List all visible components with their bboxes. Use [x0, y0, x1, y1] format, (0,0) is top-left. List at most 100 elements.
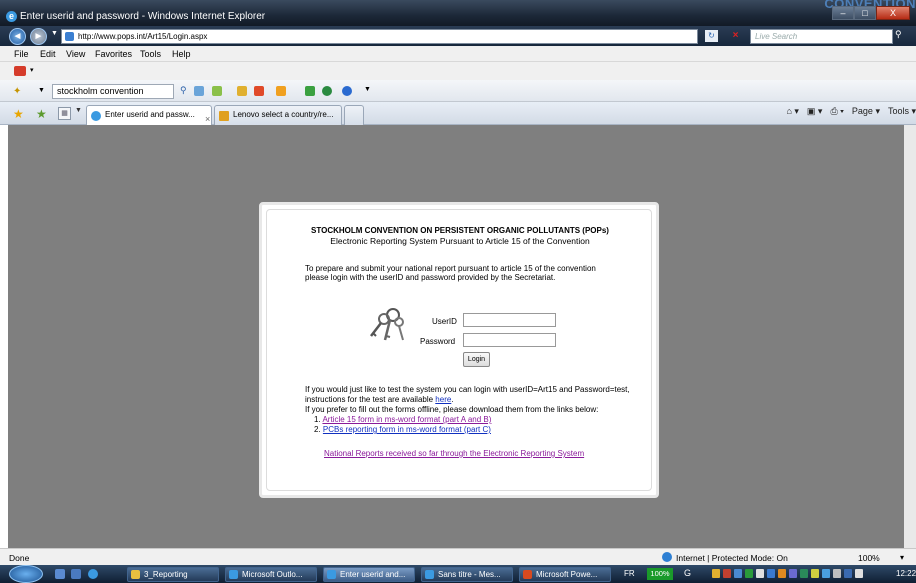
vertical-scrollbar[interactable]	[904, 125, 916, 548]
toolbar-help-icon[interactable]	[342, 86, 352, 96]
taskbar-item-reporting[interactable]: 3_Reporting	[127, 567, 219, 582]
tab-lenovo[interactable]: Lenovo select a country/re...	[214, 105, 342, 125]
page-menu-button[interactable]: Page ▾	[852, 106, 880, 117]
taskbar-item-label: Enter userid and...	[340, 570, 406, 579]
login-button[interactable]: Login	[463, 352, 490, 367]
menu-help[interactable]: Help	[172, 49, 191, 59]
ie-page-icon	[91, 111, 101, 121]
live-search-input[interactable]: Live Search	[750, 29, 893, 44]
clock[interactable]: 12:22	[896, 569, 916, 578]
quicklaunch-ie-icon[interactable]	[88, 569, 98, 579]
addon-icon[interactable]	[14, 66, 26, 76]
add-favorite-icon[interactable]: ★	[36, 107, 47, 121]
list-item: 2. PCBs reporting form in ms-word format…	[314, 425, 491, 434]
tray-icon[interactable]	[712, 569, 720, 578]
tray-icon[interactable]	[789, 569, 797, 578]
lenovo-page-icon	[219, 111, 229, 121]
menu-favorites[interactable]: Favorites	[95, 49, 132, 59]
toolbar-search-input[interactable]: stockholm convention	[52, 84, 174, 99]
menu-bar: File Edit View Favorites Tools Help	[0, 46, 916, 62]
refresh-icon[interactable]: ↻	[705, 30, 718, 42]
outlook-icon	[229, 570, 238, 579]
toolbar-button-icon[interactable]	[194, 86, 204, 96]
recent-pages-dropdown-icon[interactable]: ▼	[51, 30, 58, 37]
feeds-button[interactable]: ▣ ▾	[807, 106, 823, 117]
intro-text: please login with the userID and passwor…	[305, 273, 556, 282]
toolbar-search-icon[interactable]: ⚲	[180, 85, 187, 96]
messenger-icon	[425, 570, 434, 579]
command-bar: ⌂ ▾ ▣ ▾ ⎙ ▾ Page ▾ Tools ▾	[786, 106, 916, 117]
toolbar-logo-icon: ✦	[13, 86, 22, 97]
security-zone-text[interactable]: Internet | Protected Mode: On	[676, 553, 788, 563]
zoom-level[interactable]: 100%	[858, 553, 880, 563]
toolbar-more-icon[interactable]: ▼	[364, 86, 371, 93]
tray-icon[interactable]	[767, 569, 775, 578]
taskbar-item-ie[interactable]: Enter userid and...	[323, 567, 415, 582]
toolbar-dropdown-icon[interactable]: ▼	[38, 87, 45, 94]
tray-icon[interactable]	[723, 569, 731, 578]
language-indicator[interactable]: FR	[624, 569, 635, 578]
intro-text: To prepare and submit your national repo…	[305, 264, 596, 273]
menu-tools[interactable]: Tools	[140, 49, 161, 59]
toolbar-button-icon[interactable]	[305, 86, 315, 96]
toolbar-button-icon[interactable]	[276, 86, 286, 96]
tray-icon[interactable]	[822, 569, 830, 578]
quicklaunch-icon[interactable]	[71, 569, 81, 579]
test-instructions-text: If you would just like to test the syste…	[305, 385, 630, 394]
tab-close-icon[interactable]: ×	[205, 110, 210, 125]
home-button[interactable]: ⌂ ▾	[786, 106, 798, 117]
pcbs-form-link[interactable]: PCBs reporting form in ms-word format (p…	[323, 425, 491, 434]
close-button[interactable]: X	[876, 6, 910, 20]
forward-button[interactable]: ►	[30, 28, 47, 45]
new-tab-button[interactable]	[344, 105, 364, 125]
minimize-button[interactable]: –	[832, 6, 854, 20]
favorites-star-icon[interactable]: ★	[13, 107, 24, 121]
taskbar-item-messenger[interactable]: Sans titre - Mes...	[421, 567, 513, 582]
address-input[interactable]: http://www.pops.int/Art15/Login.aspx	[61, 29, 698, 44]
tray-icon[interactable]	[778, 569, 786, 578]
tray-icon[interactable]	[844, 569, 852, 578]
toolbar-button-icon[interactable]	[254, 86, 264, 96]
tools-menu-button[interactable]: Tools ▾	[888, 106, 916, 117]
quick-tabs-icon[interactable]: ▦	[58, 107, 71, 120]
test-instructions-here-link[interactable]: here	[435, 395, 451, 404]
volume-icon[interactable]	[855, 569, 863, 578]
tray-icon[interactable]	[756, 569, 764, 578]
tray-icon[interactable]	[745, 569, 753, 578]
menu-edit[interactable]: Edit	[40, 49, 56, 59]
userid-input[interactable]	[463, 313, 556, 327]
addon-dropdown-icon[interactable]: ▾	[30, 66, 34, 74]
taskbar-item-outlook[interactable]: Microsoft Outlo...	[225, 567, 317, 582]
search-icon[interactable]: ⚲	[895, 29, 902, 40]
maximize-button[interactable]: □	[854, 6, 876, 20]
print-button[interactable]: ⎙ ▾	[830, 106, 843, 117]
tray-icon[interactable]	[734, 569, 742, 578]
offline-instructions-text: If you prefer to fill out the forms offl…	[305, 405, 599, 414]
quicklaunch-icon[interactable]	[55, 569, 65, 579]
keys-icon	[370, 308, 404, 341]
password-input[interactable]	[463, 333, 556, 347]
test-instructions-suffix: .	[451, 395, 454, 404]
menu-view[interactable]: View	[66, 49, 85, 59]
tab-list-dropdown-icon[interactable]: ▼	[75, 107, 82, 114]
article15-form-link[interactable]: Article 15 form in ms-word format (part …	[322, 415, 491, 424]
tray-icon[interactable]	[800, 569, 808, 578]
menu-file[interactable]: File	[14, 49, 29, 59]
window-controls: – □ X	[832, 6, 910, 20]
ie-logo-icon: e	[6, 11, 17, 22]
taskbar-item-label: Sans titre - Mes...	[438, 570, 501, 579]
back-button[interactable]: ◄	[9, 28, 26, 45]
toolbar-button-icon[interactable]	[322, 86, 332, 96]
toolbar-button-icon[interactable]	[212, 86, 222, 96]
toolbar-button-icon[interactable]	[237, 86, 247, 96]
tray-app-icon[interactable]: G	[684, 568, 691, 578]
window-title-bar: e Enter userid and password - Windows In…	[0, 0, 916, 26]
taskbar-item-powerpoint[interactable]: Microsoft Powe...	[519, 567, 611, 582]
zoom-dropdown-icon[interactable]: ▾	[900, 553, 904, 562]
tray-icon[interactable]	[811, 569, 819, 578]
tab-enter-userid[interactable]: Enter userid and passw... ×	[86, 105, 212, 125]
stop-icon[interactable]: ×	[729, 30, 742, 42]
start-button[interactable]	[9, 565, 43, 583]
tray-icon[interactable]	[833, 569, 841, 578]
national-reports-link[interactable]: National Reports received so far through…	[324, 449, 584, 458]
